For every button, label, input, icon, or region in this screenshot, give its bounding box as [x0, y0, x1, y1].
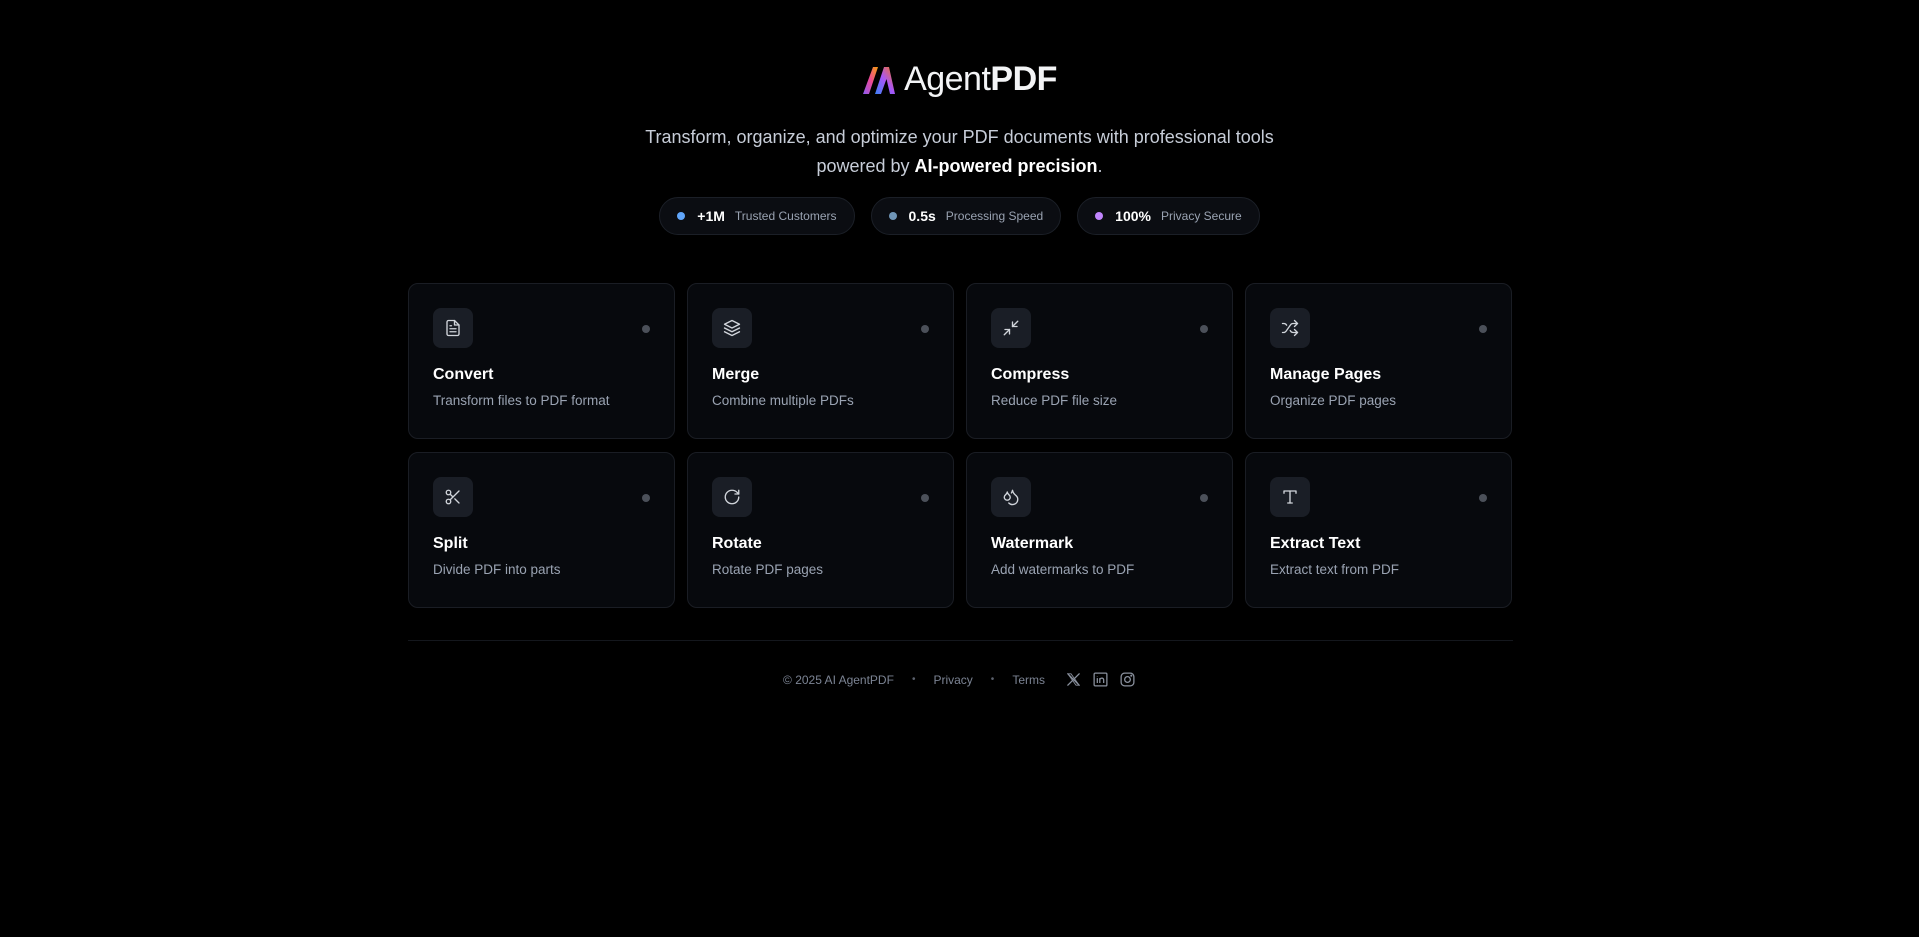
tool-title: Extract Text [1270, 535, 1361, 552]
minimize-icon [1003, 320, 1019, 336]
tagline-suffix: . [1097, 156, 1103, 176]
stat-value: 100% [1115, 208, 1151, 224]
status-dot [921, 494, 929, 502]
footer-separator: • [911, 674, 916, 685]
tool-card-watermark[interactable]: Watermark Add watermarks to PDF [966, 452, 1233, 608]
tool-title: Merge [712, 366, 760, 383]
tool-description: Transform files to PDF format [433, 393, 610, 408]
file-text-icon [446, 319, 460, 337]
stat-label: Processing Speed [945, 209, 1044, 223]
brand-name-bold: PDF [990, 60, 1057, 98]
rotate-icon [724, 489, 740, 505]
tool-description: Organize PDF pages [1270, 393, 1397, 408]
tool-icon-box [433, 308, 473, 348]
tool-icon-box [712, 477, 752, 517]
tool-icon-box [433, 477, 473, 517]
tool-title: Manage Pages [1270, 366, 1382, 383]
brand-name: AgentPDF [904, 60, 1057, 99]
tool-card-compress[interactable]: Compress Reduce PDF file size [966, 283, 1233, 439]
copyright-text: © 2025 AI AgentPDF [783, 672, 894, 687]
tool-title: Rotate [712, 535, 762, 552]
status-dot [1479, 325, 1487, 333]
tagline-line-1: Transform, organize, and optimize your P… [645, 127, 1274, 147]
tool-description: Extract text from PDF [1270, 562, 1400, 577]
brand-name-light: Agent [904, 60, 991, 98]
footer-divider [408, 640, 1513, 641]
tool-title: Compress [991, 366, 1070, 383]
agentpdf-logo-icon [863, 66, 896, 94]
shuffle-icon [1281, 319, 1299, 337]
stat-label: Privacy Secure [1160, 209, 1242, 223]
page: AgentPDF Transform, organize, and optimi… [0, 0, 1919, 937]
scissors-icon [445, 489, 460, 505]
privacy-link[interactable]: Privacy [933, 673, 972, 687]
tool-icon-box [1270, 308, 1310, 348]
stat-dot [677, 212, 686, 220]
type-icon [1283, 490, 1297, 504]
tagline-prefix: powered by [816, 156, 915, 176]
tool-description: Reduce PDF file size [991, 393, 1118, 408]
stat-trusted-customers: +1M Trusted Customers [659, 197, 855, 235]
tool-title: Watermark [991, 535, 1074, 552]
tool-description: Rotate PDF pages [712, 562, 824, 577]
tool-card-rotate[interactable]: Rotate Rotate PDF pages [687, 452, 954, 608]
tool-card-manage-pages[interactable]: Manage Pages Organize PDF pages [1245, 283, 1512, 439]
stat-dot [888, 212, 897, 220]
layers-icon [723, 319, 741, 337]
status-dot [921, 325, 929, 333]
droplets-icon [1003, 489, 1019, 506]
terms-link[interactable]: Terms [1012, 673, 1045, 687]
tool-card-extract-text[interactable]: Extract Text Extract text from PDF [1245, 452, 1512, 608]
stat-dot [1095, 212, 1104, 220]
status-dot [642, 494, 650, 502]
tool-icon-box [1270, 477, 1310, 517]
stat-label: Trusted Customers [734, 209, 837, 223]
tool-icon-box [991, 308, 1031, 348]
tagline-line-2: powered by AI-powered precision. [0, 152, 1919, 181]
tool-card-merge[interactable]: Merge Combine multiple PDFs [687, 283, 954, 439]
tool-icon-box [712, 308, 752, 348]
stats-row: +1M Trusted Customers 0.5s Processing Sp… [0, 197, 1919, 235]
stat-value: +1M [697, 208, 725, 224]
footer-separator: • [990, 674, 995, 685]
stat-value: 0.5s [908, 208, 936, 224]
tagline: Transform, organize, and optimize your P… [0, 123, 1919, 181]
status-dot [1200, 494, 1208, 502]
tool-description: Add watermarks to PDF [991, 562, 1135, 577]
x-icon[interactable] [1065, 671, 1082, 688]
instagram-icon[interactable] [1119, 671, 1136, 688]
status-dot [1200, 325, 1208, 333]
tool-icon-box [991, 477, 1031, 517]
social-links [1065, 671, 1136, 688]
linkedin-icon[interactable] [1092, 671, 1109, 688]
tool-description: Combine multiple PDFs [712, 393, 854, 408]
status-dot [1479, 494, 1487, 502]
tool-title: Convert [433, 366, 494, 383]
tagline-highlight: AI-powered precision [914, 156, 1098, 176]
tool-card-split[interactable]: Split Divide PDF into parts [408, 452, 675, 608]
stat-processing-speed: 0.5s Processing Speed [870, 197, 1062, 235]
tool-title: Split [433, 535, 468, 552]
brand-logo[interactable]: AgentPDF [0, 60, 1919, 99]
stat-privacy-secure: 100% Privacy Secure [1077, 197, 1260, 235]
footer: © 2025 AI AgentPDF • Privacy • Terms [0, 671, 1919, 688]
tool-description: Divide PDF into parts [433, 562, 561, 577]
status-dot [642, 325, 650, 333]
tools-grid: Convert Transform files to PDF format Me… [408, 283, 1513, 608]
tool-card-convert[interactable]: Convert Transform files to PDF format [408, 283, 675, 439]
